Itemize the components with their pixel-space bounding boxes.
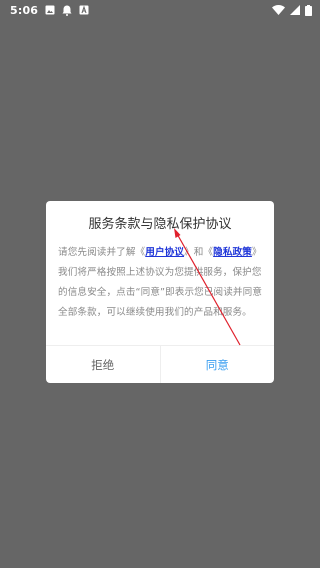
body-text-1: 请您先阅读并了解《 xyxy=(58,247,146,258)
reject-button[interactable]: 拒绝 xyxy=(46,346,161,383)
dialog-body: 请您先阅读并了解《用户协议》和《隐私政策》我们将严格按照上述协议为您提供服务，保… xyxy=(46,243,274,345)
user-agreement-link[interactable]: 用户协议 xyxy=(145,247,184,258)
wifi-icon xyxy=(272,5,285,15)
battery-icon xyxy=(305,4,312,16)
a-box-icon xyxy=(79,5,89,15)
dialog-title: 服务条款与隐私保护协议 xyxy=(88,216,232,232)
signal-icon xyxy=(290,5,300,15)
agree-button[interactable]: 同意 xyxy=(161,346,275,383)
status-right xyxy=(272,4,312,16)
image-icon xyxy=(45,5,55,15)
notification-icon xyxy=(62,5,72,16)
dialog-footer: 拒绝 同意 xyxy=(46,345,274,383)
privacy-policy-link[interactable]: 隐私政策 xyxy=(213,247,252,258)
status-left: 5:06 xyxy=(10,4,89,17)
status-bar: 5:06 xyxy=(0,0,320,20)
status-time: 5:06 xyxy=(10,3,39,17)
body-text-2: 》和《 xyxy=(184,247,214,258)
privacy-dialog: 服务条款与隐私保护协议 请您先阅读并了解《用户协议》和《隐私政策》我们将严格按照… xyxy=(46,201,274,383)
